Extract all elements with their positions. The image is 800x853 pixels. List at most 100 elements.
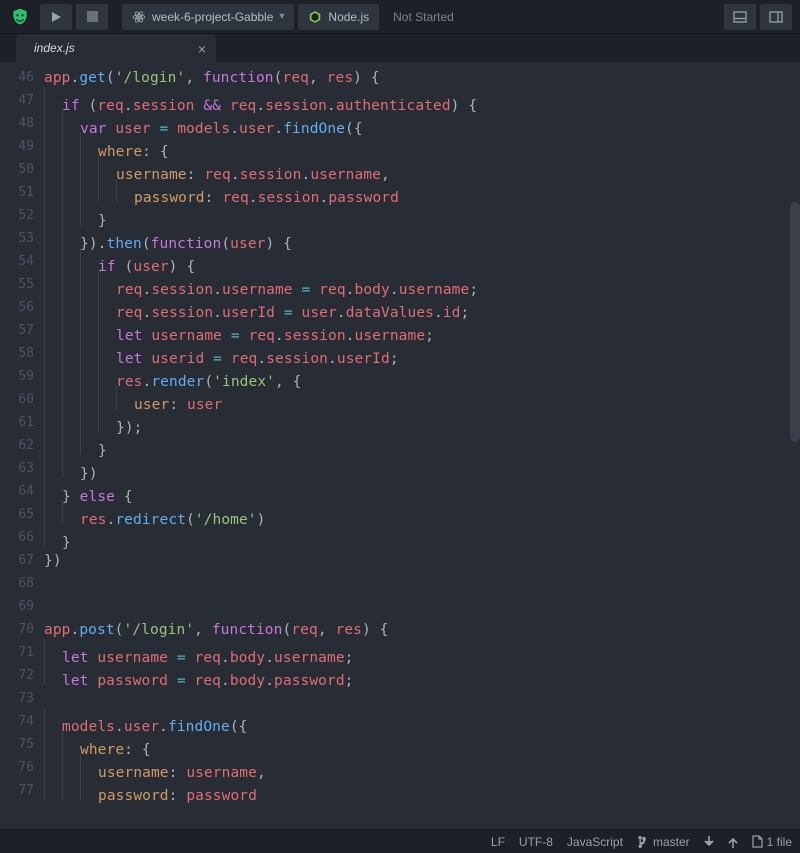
line-number: 74: [0, 714, 44, 729]
arrow-up-icon: [728, 836, 738, 848]
code-line[interactable]: 47if (req.session && req.session.authent…: [0, 89, 800, 112]
code-line[interactable]: 71let username = req.body.username;: [0, 641, 800, 664]
language-label: JavaScript: [567, 835, 623, 849]
line-ending[interactable]: LF: [491, 835, 505, 849]
tab-index-js[interactable]: index.js ×: [16, 34, 216, 62]
shield-icon[interactable]: [4, 4, 36, 30]
line-number: 48: [0, 116, 44, 131]
code-line[interactable]: 70app.post('/login', function(req, res) …: [0, 618, 800, 641]
code-line[interactable]: 49where: {: [0, 135, 800, 158]
line-number: 56: [0, 300, 44, 315]
branch-label: master: [653, 835, 690, 849]
line-content: password: password: [44, 777, 257, 804]
code-line[interactable]: 58let userid = req.session.userId;: [0, 342, 800, 365]
line-number: 58: [0, 346, 44, 361]
play-button[interactable]: [40, 4, 72, 30]
code-line[interactable]: 77password: password: [0, 779, 800, 802]
language-mode[interactable]: JavaScript: [567, 835, 623, 849]
code-line[interactable]: 74models.user.findOne({: [0, 710, 800, 733]
atom-icon: [132, 10, 146, 24]
scrollbar-thumb[interactable]: [790, 202, 800, 442]
code-line[interactable]: 65res.redirect('/home'): [0, 503, 800, 526]
line-number: 51: [0, 185, 44, 200]
line-number: 61: [0, 415, 44, 430]
code-line[interactable]: 67}): [0, 549, 800, 572]
line-number: 59: [0, 369, 44, 384]
line-number: 76: [0, 760, 44, 775]
code-line[interactable]: 52}: [0, 204, 800, 227]
nodejs-icon: [308, 10, 322, 24]
line-number: 63: [0, 461, 44, 476]
line-number: 62: [0, 438, 44, 453]
line-number: 73: [0, 691, 44, 706]
code-line[interactable]: 73: [0, 687, 800, 710]
line-content: }: [44, 524, 71, 551]
panel-bottom-button[interactable]: [724, 4, 756, 30]
code-area[interactable]: 46app.get('/login', function(req, res) {…: [0, 62, 800, 829]
panel-right-button[interactable]: [760, 4, 792, 30]
encoding[interactable]: UTF-8: [519, 835, 553, 849]
line-number: 54: [0, 254, 44, 269]
line-content: res.redirect('/home'): [44, 501, 265, 528]
line-number: 67: [0, 553, 44, 568]
line-number: 60: [0, 392, 44, 407]
code-line[interactable]: 63}): [0, 457, 800, 480]
code-line[interactable]: 46app.get('/login', function(req, res) {: [0, 66, 800, 89]
line-number: 75: [0, 737, 44, 752]
code-line[interactable]: 55req.session.username = req.body.userna…: [0, 273, 800, 296]
line-number: 55: [0, 277, 44, 292]
git-pull[interactable]: [704, 836, 714, 848]
code-line[interactable]: 72let password = req.body.password;: [0, 664, 800, 687]
code-line[interactable]: 75where: {: [0, 733, 800, 756]
file-count[interactable]: 1 file: [752, 835, 792, 849]
line-number: 71: [0, 645, 44, 660]
line-number: 52: [0, 208, 44, 223]
line-number: 68: [0, 576, 44, 591]
code-line[interactable]: 69: [0, 595, 800, 618]
code-line[interactable]: 50username: req.session.username,: [0, 158, 800, 181]
file-count-label: 1 file: [767, 835, 792, 849]
code-line[interactable]: 66}: [0, 526, 800, 549]
line-number: 50: [0, 162, 44, 177]
code-line[interactable]: 62}: [0, 434, 800, 457]
line-number: 53: [0, 231, 44, 246]
code-line[interactable]: 68: [0, 572, 800, 595]
code-line[interactable]: 51password: req.session.password: [0, 181, 800, 204]
chevron-down-icon: ▾: [279, 11, 284, 22]
code-line[interactable]: 56req.session.userId = user.dataValues.i…: [0, 296, 800, 319]
line-number: 77: [0, 783, 44, 798]
code-line[interactable]: 59res.render('index', {: [0, 365, 800, 388]
arrow-down-icon: [704, 836, 714, 848]
editor: 46app.get('/login', function(req, res) {…: [0, 62, 800, 829]
line-number: 65: [0, 507, 44, 522]
code-line[interactable]: 57let username = req.session.username;: [0, 319, 800, 342]
code-line[interactable]: 54if (user) {: [0, 250, 800, 273]
stop-button[interactable]: [76, 4, 108, 30]
line-number: 72: [0, 668, 44, 683]
code-line[interactable]: 61});: [0, 411, 800, 434]
code-line[interactable]: 48var user = models.user.findOne({: [0, 112, 800, 135]
project-selector[interactable]: week-6-project-Gabble ▾: [122, 4, 294, 30]
encoding-label: UTF-8: [519, 835, 553, 849]
tab-label: index.js: [34, 41, 75, 55]
git-branch[interactable]: master: [637, 835, 690, 849]
line-content: app.get('/login', function(req, res) {: [44, 70, 380, 86]
run-status: Not Started: [383, 4, 464, 30]
git-push[interactable]: [728, 836, 738, 848]
code-line[interactable]: 64} else {: [0, 480, 800, 503]
line-ending-label: LF: [491, 835, 505, 849]
line-number: 66: [0, 530, 44, 545]
code-line[interactable]: 53}).then(function(user) {: [0, 227, 800, 250]
tab-bar: index.js ×: [0, 34, 800, 62]
code-line[interactable]: 76username: username,: [0, 756, 800, 779]
runtime-name: Node.js: [328, 10, 369, 24]
line-number: 46: [0, 70, 44, 85]
code-line[interactable]: 60user: user: [0, 388, 800, 411]
status-bar: LF UTF-8 JavaScript master 1 file: [0, 829, 800, 853]
line-number: 47: [0, 93, 44, 108]
line-content: }): [44, 553, 62, 569]
runtime-selector[interactable]: Node.js: [298, 4, 379, 30]
toolbar: week-6-project-Gabble ▾ Node.js Not Star…: [0, 0, 800, 34]
close-icon[interactable]: ×: [198, 41, 206, 57]
line-number: 69: [0, 599, 44, 614]
